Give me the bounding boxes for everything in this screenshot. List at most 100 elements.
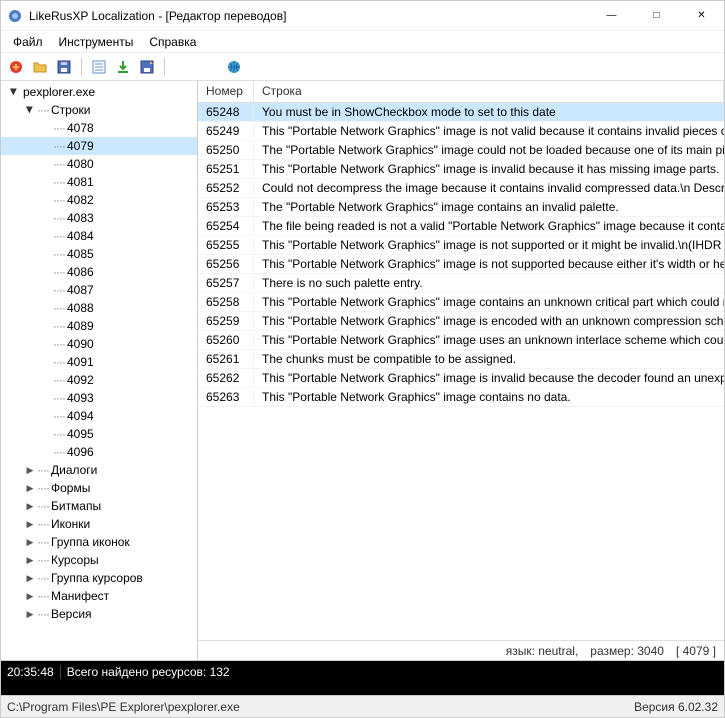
cell-number: 65258	[198, 295, 254, 309]
grid-body[interactable]: 65248You must be in ShowCheckbox mode to…	[198, 103, 724, 640]
tree-leaf-string[interactable]: ····4094	[1, 407, 197, 425]
table-row[interactable]: 65255This "Portable Network Graphics" im…	[198, 236, 724, 255]
tree-bullet	[39, 193, 53, 207]
menu-file[interactable]: Файл	[5, 33, 51, 51]
table-row[interactable]: 65256This "Portable Network Graphics" im…	[198, 255, 724, 274]
tree-label: 4084	[65, 229, 94, 243]
tree-node-icon-groups[interactable]: ▶····Группа иконок	[1, 533, 197, 551]
cell-number: 65252	[198, 181, 254, 195]
tree-label: Иконки	[49, 517, 90, 531]
chevron-right-icon[interactable]: ▶	[23, 463, 37, 477]
chevron-right-icon[interactable]: ▶	[23, 571, 37, 585]
tree-root[interactable]: ▶pexplorer.exe	[1, 83, 197, 101]
tree-label: 4079	[65, 139, 94, 153]
tree-bullet	[39, 409, 53, 423]
table-row[interactable]: 65259This "Portable Network Graphics" im…	[198, 312, 724, 331]
menu-help[interactable]: Справка	[141, 33, 204, 51]
column-number[interactable]: Номер	[198, 81, 254, 102]
tree-panel[interactable]: ▶pexplorer.exe▶····Строки····4078····407…	[1, 81, 198, 660]
tree-leaf-string[interactable]: ····4084	[1, 227, 197, 245]
tree-bullet	[39, 355, 53, 369]
console-message: Всего найдено ресурсов: 132	[67, 665, 230, 679]
tree-label: 4080	[65, 157, 94, 171]
export-button[interactable]	[136, 56, 158, 78]
tree-leaf-string[interactable]: ····4087	[1, 281, 197, 299]
tree-label: 4094	[65, 409, 94, 423]
table-row[interactable]: 65251This "Portable Network Graphics" im…	[198, 160, 724, 179]
properties-button[interactable]	[88, 56, 110, 78]
save-button[interactable]	[53, 56, 75, 78]
maximize-button[interactable]: □	[634, 1, 679, 30]
tree-leaf-string[interactable]: ····4095	[1, 425, 197, 443]
table-row[interactable]: 65261The chunks must be compatible to be…	[198, 350, 724, 369]
column-string[interactable]: Строка	[254, 81, 724, 102]
tree-node-manifest[interactable]: ▶····Манифест	[1, 587, 197, 605]
tree-node-strings[interactable]: ▶····Строки	[1, 101, 197, 119]
table-row[interactable]: 65250The "Portable Network Graphics" ima…	[198, 141, 724, 160]
chevron-right-icon[interactable]: ▶	[23, 499, 37, 513]
open-button[interactable]	[29, 56, 51, 78]
cell-number: 65257	[198, 276, 254, 290]
cell-string: This "Portable Network Graphics" image i…	[254, 257, 724, 271]
chevron-right-icon[interactable]: ▶	[23, 517, 37, 531]
table-row[interactable]: 65262This "Portable Network Graphics" im…	[198, 369, 724, 388]
tree-leaf-string[interactable]: ····4081	[1, 173, 197, 191]
tree-bullet	[39, 247, 53, 261]
chevron-right-icon[interactable]: ▶	[23, 589, 37, 603]
chevron-right-icon[interactable]: ▶	[7, 85, 21, 99]
table-row[interactable]: 65263This "Portable Network Graphics" im…	[198, 388, 724, 407]
table-row[interactable]: 65260This "Portable Network Graphics" im…	[198, 331, 724, 350]
tree-node-version[interactable]: ▶····Версия	[1, 605, 197, 623]
chevron-right-icon[interactable]: ▶	[23, 553, 37, 567]
import-button[interactable]	[112, 56, 134, 78]
tree-node-icons[interactable]: ▶····Иконки	[1, 515, 197, 533]
info-size: размер: 3040	[590, 644, 664, 658]
tree-leaf-string[interactable]: ····4096	[1, 443, 197, 461]
chevron-right-icon[interactable]: ▶	[23, 607, 37, 621]
window-title: LikeRusXP Localization - [Редактор перев…	[29, 9, 589, 23]
tree-label: 4081	[65, 175, 94, 189]
tree-label: 4093	[65, 391, 94, 405]
tree-node-dialogs[interactable]: ▶····Диалоги	[1, 461, 197, 479]
close-button[interactable]: ✕	[679, 1, 724, 30]
tree-leaf-string[interactable]: ····4082	[1, 191, 197, 209]
tree-bullet	[39, 121, 53, 135]
table-row[interactable]: 65248You must be in ShowCheckbox mode to…	[198, 103, 724, 122]
globe-button[interactable]	[223, 56, 245, 78]
titlebar: LikeRusXP Localization - [Редактор перев…	[1, 1, 724, 31]
minimize-button[interactable]: —	[589, 1, 634, 30]
tree-leaf-string[interactable]: ····4088	[1, 299, 197, 317]
tree-leaf-string[interactable]: ····4083	[1, 209, 197, 227]
chevron-right-icon[interactable]: ▶	[23, 481, 37, 495]
tree-leaf-string[interactable]: ····4078	[1, 119, 197, 137]
table-row[interactable]: 65249This "Portable Network Graphics" im…	[198, 122, 724, 141]
cell-number: 65251	[198, 162, 254, 176]
cell-string: This "Portable Network Graphics" image c…	[254, 390, 724, 404]
menu-tools[interactable]: Инструменты	[51, 33, 142, 51]
tree-leaf-string[interactable]: ····4092	[1, 371, 197, 389]
tree-leaf-string[interactable]: ····4079	[1, 137, 197, 155]
tree-leaf-string[interactable]: ····4085	[1, 245, 197, 263]
table-row[interactable]: 65257There is no such palette entry.	[198, 274, 724, 293]
tree-node-cursors[interactable]: ▶····Курсоры	[1, 551, 197, 569]
table-row[interactable]: 65258This "Portable Network Graphics" im…	[198, 293, 724, 312]
tree-leaf-string[interactable]: ····4093	[1, 389, 197, 407]
tree-node-cursor-groups[interactable]: ▶····Группа курсоров	[1, 569, 197, 587]
tree-bullet	[39, 427, 53, 441]
tree-leaf-string[interactable]: ····4080	[1, 155, 197, 173]
tree-node-bitmaps[interactable]: ▶····Битмапы	[1, 497, 197, 515]
table-row[interactable]: 65253The "Portable Network Graphics" ima…	[198, 198, 724, 217]
table-row[interactable]: 65254The file being readed is not a vali…	[198, 217, 724, 236]
cell-number: 65260	[198, 333, 254, 347]
tree-node-forms[interactable]: ▶····Формы	[1, 479, 197, 497]
grid-panel: Номер Строка 65248You must be in ShowChe…	[198, 81, 724, 660]
new-button[interactable]	[5, 56, 27, 78]
chevron-right-icon[interactable]: ▶	[23, 103, 37, 117]
tree-leaf-string[interactable]: ····4086	[1, 263, 197, 281]
tree-bullet	[39, 391, 53, 405]
table-row[interactable]: 65252Could not decompress the image beca…	[198, 179, 724, 198]
tree-leaf-string[interactable]: ····4089	[1, 317, 197, 335]
tree-leaf-string[interactable]: ····4090	[1, 335, 197, 353]
chevron-right-icon[interactable]: ▶	[23, 535, 37, 549]
tree-leaf-string[interactable]: ····4091	[1, 353, 197, 371]
